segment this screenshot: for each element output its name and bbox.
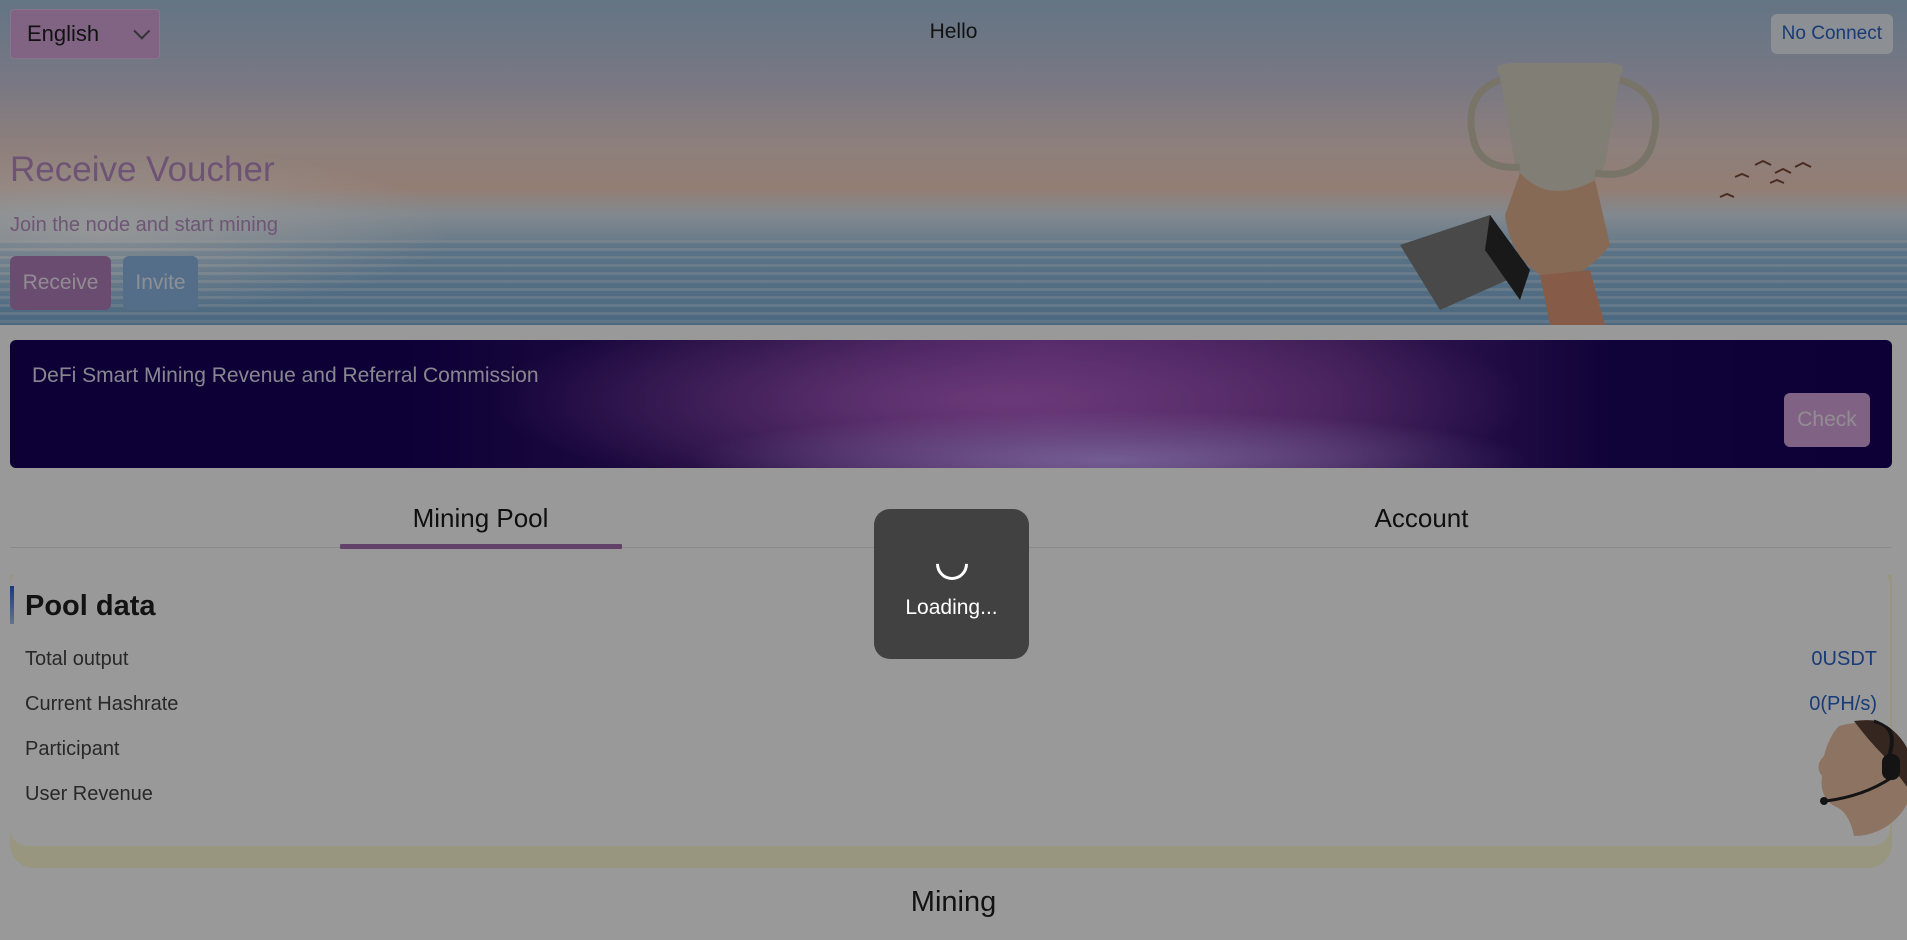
loading-toast: Loading... bbox=[874, 509, 1029, 659]
loading-text: Loading... bbox=[905, 596, 998, 619]
modal-overlay bbox=[0, 0, 1907, 940]
loading-spinner-icon bbox=[928, 541, 975, 587]
